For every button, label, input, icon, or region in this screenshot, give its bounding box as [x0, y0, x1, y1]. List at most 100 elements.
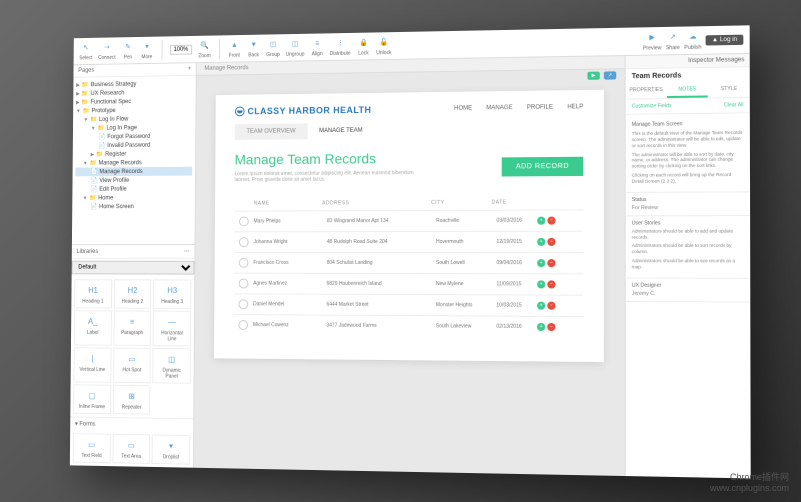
widget-item[interactable]: ▭Text Field — [72, 433, 110, 463]
lock-tool[interactable]: 🔒Lock — [356, 36, 370, 57]
nav-item[interactable]: PROFILE — [526, 105, 552, 111]
connect-icon: ⇢ — [100, 40, 113, 54]
inspector-tab[interactable]: NOTES — [666, 83, 707, 98]
table-row[interactable]: Johanna Wright48 Rudolph Road Suite 204H… — [234, 231, 583, 252]
row-delete-button[interactable]: − — [547, 323, 555, 331]
row-delete-button[interactable]: − — [547, 302, 555, 310]
story-text: Administrators should be able to see rec… — [631, 258, 743, 270]
note-text: Clicking on each record will bring up th… — [631, 172, 743, 185]
nav-item[interactable]: HELP — [567, 104, 583, 110]
table-row[interactable]: Daniel Mendel6444 Market StreetMonster H… — [233, 293, 583, 316]
pages-tree: ▶📁 Business Strategy▶📁 UX Research▶📁 Fun… — [71, 76, 195, 244]
widget-item[interactable]: H2Heading 2 — [113, 279, 151, 308]
widget-item[interactable]: ⊞Repeater — [112, 385, 150, 415]
col-city[interactable]: CITY — [431, 200, 491, 206]
status-value[interactable]: For Review — [631, 204, 743, 211]
add-record-button[interactable]: ADD RECORD — [501, 157, 583, 177]
zoom-tool[interactable]: 🔍Zoom — [197, 39, 211, 60]
back-tool[interactable]: ▼Back — [246, 38, 260, 59]
widget-item[interactable]: |Vertical Line — [73, 347, 111, 383]
row-delete-button[interactable]: − — [547, 238, 555, 246]
records-table: NAME ADDRESS CITY DATE Mary Phelps83 Win… — [233, 195, 583, 337]
avatar — [238, 279, 248, 289]
widget-item[interactable]: ▾Droplist — [151, 434, 189, 464]
widget-item[interactable]: ▭Text Area — [112, 434, 150, 464]
select-tool[interactable]: ↖Select — [79, 41, 92, 62]
library-select[interactable]: Default — [71, 261, 194, 275]
more-tool[interactable]: ▾More — [140, 40, 153, 61]
widget-item[interactable]: ▢Inline Frame — [73, 384, 111, 414]
unlock-icon: 🔓 — [376, 35, 390, 49]
libraries-menu-icon[interactable]: ⋯ — [183, 248, 189, 255]
share-chip[interactable]: ↗ — [603, 71, 616, 79]
distribute-icon: ⋮ — [333, 36, 347, 50]
row-add-button[interactable]: + — [537, 280, 545, 288]
widget-item[interactable]: H1Heading 1 — [74, 279, 112, 308]
avatar — [238, 237, 248, 247]
group-tool[interactable]: ◫Group — [266, 37, 280, 58]
table-row[interactable]: Francisco Cross804 Schulist LandingSouth… — [233, 252, 582, 273]
front-tool[interactable]: ▲Front — [227, 38, 241, 59]
table-row[interactable]: Mary Phelps83 Wingrand Manor Apt 134Roac… — [234, 209, 583, 231]
table-row[interactable]: Michael Cowenz3477 Jadewood FarmsSouth L… — [233, 314, 583, 337]
tab[interactable]: TEAM OVERVIEW — [234, 123, 307, 140]
back-icon: ▼ — [246, 38, 260, 52]
zoom-input[interactable]: 100% — [169, 44, 191, 54]
distribute-tool[interactable]: ⋮Distribute — [329, 36, 350, 57]
row-add-button[interactable]: + — [537, 259, 545, 267]
align-icon: ≡ — [310, 36, 324, 50]
watermark: Chrome插件网 www.cnplugins.com — [710, 472, 789, 494]
share-button[interactable]: ↗Share — [665, 30, 680, 52]
harbor-icon — [234, 106, 244, 116]
row-delete-button[interactable]: − — [547, 280, 555, 288]
customize-fields-link[interactable]: Customize Fields — [631, 103, 671, 110]
ungroup-tool[interactable]: ◫Ungroup — [285, 37, 304, 58]
tab[interactable]: MANAGE TEAM — [307, 123, 374, 140]
preview-chip[interactable]: ▶ — [587, 72, 599, 80]
row-delete-button[interactable]: − — [547, 259, 555, 267]
app-window: ↖Select ⇢Connect ✎Pen ▾More 100% 🔍Zoom ▲… — [69, 25, 750, 478]
col-date[interactable]: DATE — [491, 199, 542, 205]
table-row[interactable]: Agnes Martinez6829 Haubenreich IslandNew… — [233, 273, 582, 295]
zoom-icon: 🔍 — [197, 39, 211, 53]
unlock-tool[interactable]: 🔓Unlock — [376, 35, 391, 56]
row-add-button[interactable]: + — [537, 302, 545, 310]
nav-item[interactable]: HOME — [454, 106, 472, 112]
stories-label: User Stories — [631, 220, 743, 226]
widget-item[interactable]: —Horizontal Line — [152, 311, 190, 347]
pen-icon: ✎ — [121, 40, 134, 54]
preview-icon: ▶ — [644, 30, 659, 44]
publish-icon: ☁ — [685, 29, 700, 44]
row-add-button[interactable]: + — [537, 323, 545, 331]
row-add-button[interactable]: + — [537, 217, 545, 225]
connect-tool[interactable]: ⇢Connect — [98, 40, 116, 61]
canvas-area: Manage Records ▶ ↗ CLASSY HARBOR HEALTH … — [193, 56, 624, 476]
front-icon: ▲ — [227, 38, 241, 52]
story-text: Administrators should be able to add and… — [631, 228, 743, 240]
clear-all-link[interactable]: Clear All — [723, 102, 743, 108]
inspector-tab[interactable]: PROPERTIES — [625, 84, 666, 99]
inspector-title: Team Records — [625, 67, 749, 84]
preview-button[interactable]: ▶Preview — [642, 30, 660, 52]
col-name[interactable]: NAME — [234, 200, 322, 206]
row-add-button[interactable]: + — [537, 238, 545, 246]
widget-item[interactable]: ◫Dynamic Panel — [152, 348, 190, 384]
widget-item[interactable]: ▭Hot Spot — [112, 348, 150, 384]
brand-logo: CLASSY HARBOR HEALTH — [234, 105, 371, 117]
tree-item[interactable]: 📄 Home Screen — [75, 202, 192, 211]
widget-item[interactable]: ≡Paragraph — [113, 310, 151, 345]
widget-item[interactable]: A_Label — [73, 310, 111, 345]
add-page-icon[interactable]: + — [187, 66, 190, 72]
inspector-tab[interactable]: STYLE — [708, 83, 750, 98]
widget-item[interactable]: H3Heading 3 — [153, 279, 191, 309]
col-address[interactable]: ADDRESS — [322, 200, 431, 206]
pen-tool[interactable]: ✎Pen — [121, 40, 134, 61]
row-delete-button[interactable]: − — [547, 217, 555, 225]
align-tool[interactable]: ≡Align — [310, 36, 324, 57]
nav-item[interactable]: MANAGE — [486, 105, 512, 111]
login-button[interactable]: ▲ Log in — [705, 34, 743, 45]
publish-button[interactable]: ☁Publish — [684, 29, 701, 51]
story-text: Administrators should be able to sort re… — [631, 243, 743, 255]
more-icon: ▾ — [140, 40, 153, 54]
ungroup-icon: ◫ — [288, 37, 302, 51]
